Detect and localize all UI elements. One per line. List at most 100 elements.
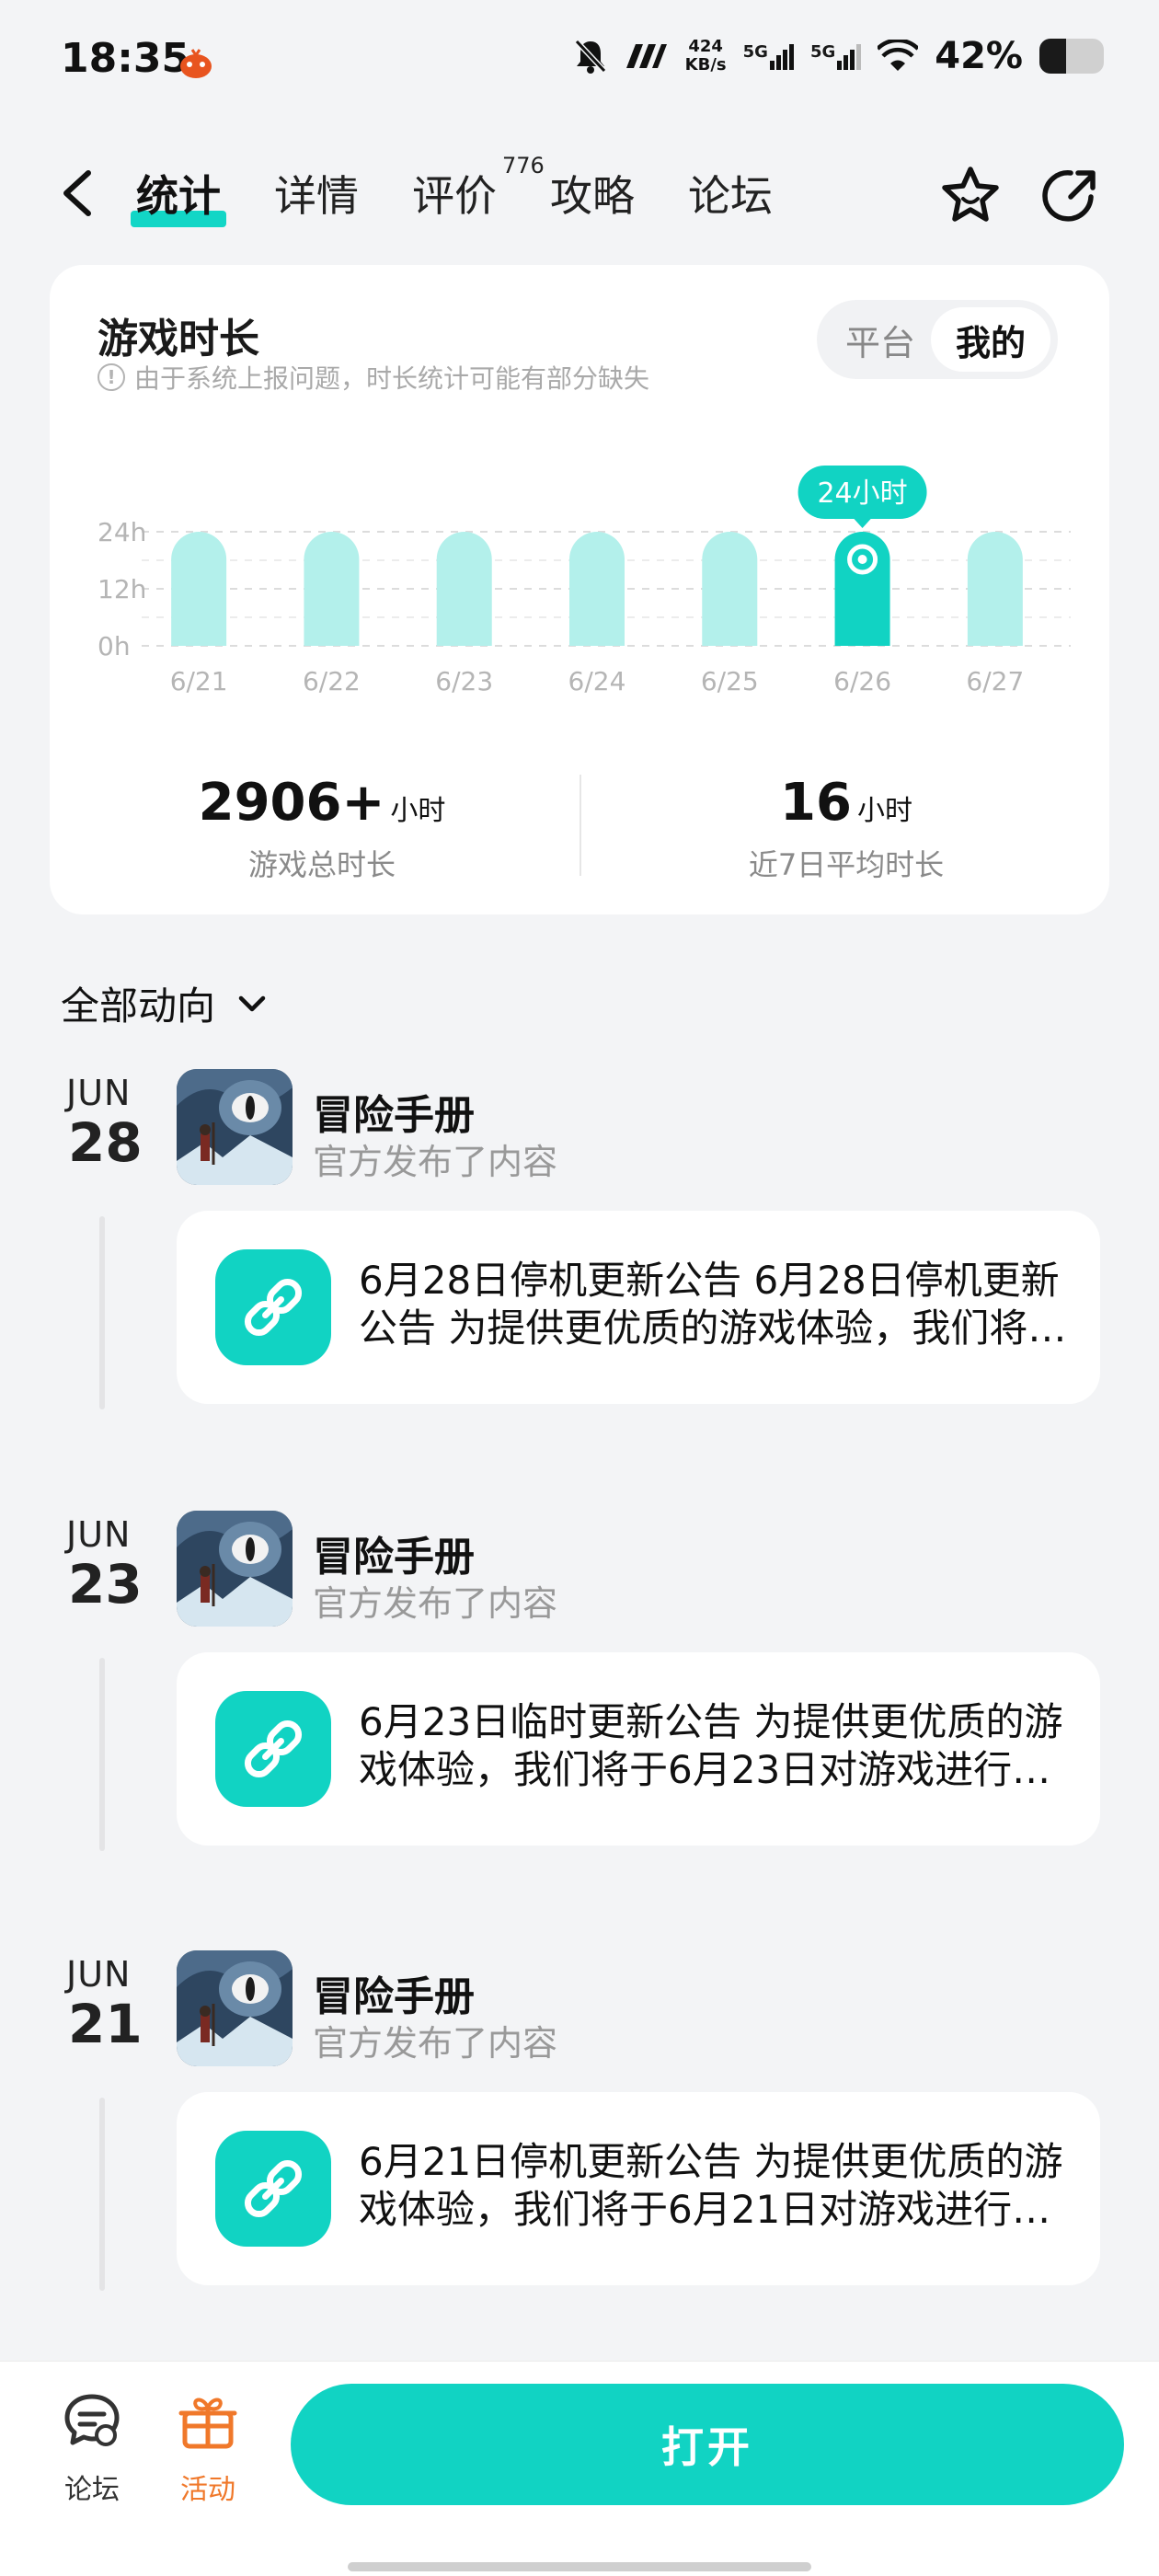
feed-date-day: 21 xyxy=(68,1993,143,2055)
x-tick-label: 6/21 xyxy=(170,666,228,696)
link-tile xyxy=(215,2131,331,2247)
feed-item: JUN 21 冒险手册 官方发布了内容 6月21日停机更新公告 为提供更优质的游… xyxy=(0,1950,1159,2340)
open-game-button[interactable]: 打开 xyxy=(291,2384,1124,2505)
x-tick-label: 6/25 xyxy=(701,666,759,696)
post-text: 6月21日停机更新公告 为提供更优质的游戏体验，我们将于6月21日对游戏进行停机… xyxy=(359,2139,1063,2232)
total-playtime: 2906+ 小时 游戏总时长 xyxy=(64,773,580,884)
toggle-mine[interactable]: 我的 xyxy=(931,307,1050,372)
author-avatar[interactable] xyxy=(177,1511,293,1627)
post-text: 6月28日停机更新公告 6月28日停机更新公告 为提供更优质的游戏体验，我们将于… xyxy=(359,1258,1067,1351)
post-text: 6月23日临时更新公告 为提供更优质的游戏体验，我们将于6月23日对游戏进行临时… xyxy=(359,1699,1063,1792)
link-icon xyxy=(244,2159,303,2218)
gift-icon xyxy=(178,2398,237,2449)
chart-bar[interactable] xyxy=(569,532,625,646)
tab-reviews[interactable]: 评价 xyxy=(412,163,497,224)
toggle-platform[interactable]: 平台 xyxy=(820,307,940,372)
forum-chat-icon xyxy=(64,2394,120,2446)
post-card[interactable]: 6月21日停机更新公告 为提供更优质的游戏体验，我们将于6月21日对游戏进行停机… xyxy=(177,2092,1100,2285)
chart-bar[interactable] xyxy=(304,532,360,646)
timeline-line xyxy=(99,2098,105,2291)
back-arrow-icon[interactable] xyxy=(55,167,101,219)
post-card[interactable]: 6月28日停机更新公告 6月28日停机更新公告 为提供更优质的游戏体验，我们将于… xyxy=(177,1211,1100,1404)
card-title: 游戏时长 xyxy=(98,316,259,362)
tab-stats[interactable]: 统计 xyxy=(131,163,226,227)
tooltip-pointer xyxy=(853,518,872,528)
card-note-text: 由于系统上报问题，时长统计可能有部分缺失 xyxy=(134,363,650,394)
avg-label: 近7日平均时长 xyxy=(748,847,945,882)
link-tile xyxy=(215,1249,331,1365)
chart-bar[interactable] xyxy=(967,532,1023,646)
favorite-star-icon[interactable] xyxy=(938,164,1003,228)
x-tick-label: 6/26 xyxy=(833,666,891,696)
tab-guides[interactable]: 攻略 xyxy=(550,163,635,224)
timeline-line xyxy=(99,1216,105,1409)
signal-2: 5G xyxy=(810,42,862,70)
feed-date-day: 23 xyxy=(68,1553,143,1616)
mute-icon xyxy=(574,39,606,74)
feed-date-month: JUN xyxy=(66,1073,132,1113)
battery-fill xyxy=(1039,39,1067,74)
bottom-activity-button[interactable]: 活动 xyxy=(162,2389,254,2507)
bottom-activity-label: 活动 xyxy=(180,2474,235,2506)
timeline-line xyxy=(99,1658,105,1851)
avg-value: 16 xyxy=(780,773,852,833)
author-action: 官方发布了内容 xyxy=(313,1142,558,1182)
network-speed: 424 KB/s xyxy=(684,37,727,75)
link-icon xyxy=(244,1278,303,1337)
card-note: ! 由于系统上报问题，时长统计可能有部分缺失 xyxy=(98,359,649,396)
x-tick-label: 6/22 xyxy=(303,666,361,696)
signal-bars-icon xyxy=(769,44,794,70)
feed-item: JUN 28 冒险手册 官方发布了内容 6月28日停机更新公告 6月28日停机更… xyxy=(0,1069,1159,1459)
chart-bar[interactable] xyxy=(834,532,890,646)
tab-details[interactable]: 详情 xyxy=(274,163,359,224)
avg-playtime: 16 小时 近7日平均时长 xyxy=(589,773,1104,884)
playtime-bar-chart: 24h 12h 0h 6/21 6/22 6/23 6/24 6/25 6/26 24小时 6/27 xyxy=(98,466,1071,696)
status-indicators: 424 KB/s 5G 5G 42% xyxy=(573,35,1104,77)
author-avatar[interactable] xyxy=(177,1069,293,1185)
author-name[interactable]: 冒险手册 xyxy=(313,1524,475,1582)
bottom-bar: 论坛 活动 打开 xyxy=(0,2361,1159,2576)
link-icon xyxy=(244,1719,303,1778)
y-tick-label: 24h xyxy=(98,517,146,547)
chart-bar[interactable] xyxy=(436,532,492,646)
info-icon: ! xyxy=(98,363,125,391)
author-action: 官方发布了内容 xyxy=(313,2023,558,2064)
chart-bar[interactable] xyxy=(702,532,758,646)
link-tile xyxy=(215,1691,331,1807)
author-name[interactable]: 冒险手册 xyxy=(313,1963,475,2022)
share-icon[interactable] xyxy=(1038,164,1102,228)
x-tick-label: 6/24 xyxy=(568,666,626,696)
hd-voice-icon xyxy=(625,44,667,68)
app-notification-icon xyxy=(180,49,212,78)
total-unit: 小时 xyxy=(390,795,446,827)
feed-date-day: 28 xyxy=(68,1111,143,1174)
chevron-down-icon xyxy=(238,995,266,1011)
total-label: 游戏总时长 xyxy=(247,847,396,882)
scope-toggle: 平台 我的 xyxy=(817,300,1058,379)
author-action: 官方发布了内容 xyxy=(313,1583,558,1624)
home-indicator[interactable] xyxy=(348,2562,811,2571)
author-avatar[interactable] xyxy=(177,1950,293,2066)
status-time: 18:35 xyxy=(61,35,190,82)
feed-item: JUN 23 冒险手册 官方发布了内容 6月23日临时更新公告 为提供更优质的游… xyxy=(0,1511,1159,1901)
tooltip-label: 24小时 xyxy=(817,477,907,510)
top-nav: 统计 详情 评价 攻略 论坛 776 xyxy=(0,147,1159,239)
post-card[interactable]: 6月23日临时更新公告 为提供更优质的游戏体验，我们将于6月23日对游戏进行临时… xyxy=(177,1652,1100,1846)
bottom-forum-button[interactable]: 论坛 xyxy=(46,2389,138,2507)
y-tick-label: 0h xyxy=(98,631,131,661)
battery-icon xyxy=(1039,39,1104,74)
tab-forum[interactable]: 论坛 xyxy=(688,163,773,224)
feed-date-month: JUN xyxy=(66,1954,132,1995)
wifi-icon xyxy=(878,40,919,71)
x-tick-label: 6/27 xyxy=(966,666,1024,696)
author-name[interactable]: 冒险手册 xyxy=(313,1082,475,1141)
y-tick-label: 12h xyxy=(98,574,146,604)
bottom-forum-label: 论坛 xyxy=(64,2474,120,2506)
x-tick-label: 6/23 xyxy=(435,666,493,696)
playtime-chart: 24h 12h 0h 6/21 6/22 6/23 6/24 6/25 6/26 24小时 6/27 xyxy=(86,403,1089,835)
chart-bar[interactable] xyxy=(171,532,227,646)
feed-filter-dropdown[interactable]: 全部动向 xyxy=(61,975,270,1031)
review-count-badge: 776 xyxy=(502,153,545,178)
feed-filter-label: 全部动向 xyxy=(61,983,216,1029)
avg-unit: 小时 xyxy=(856,795,912,827)
